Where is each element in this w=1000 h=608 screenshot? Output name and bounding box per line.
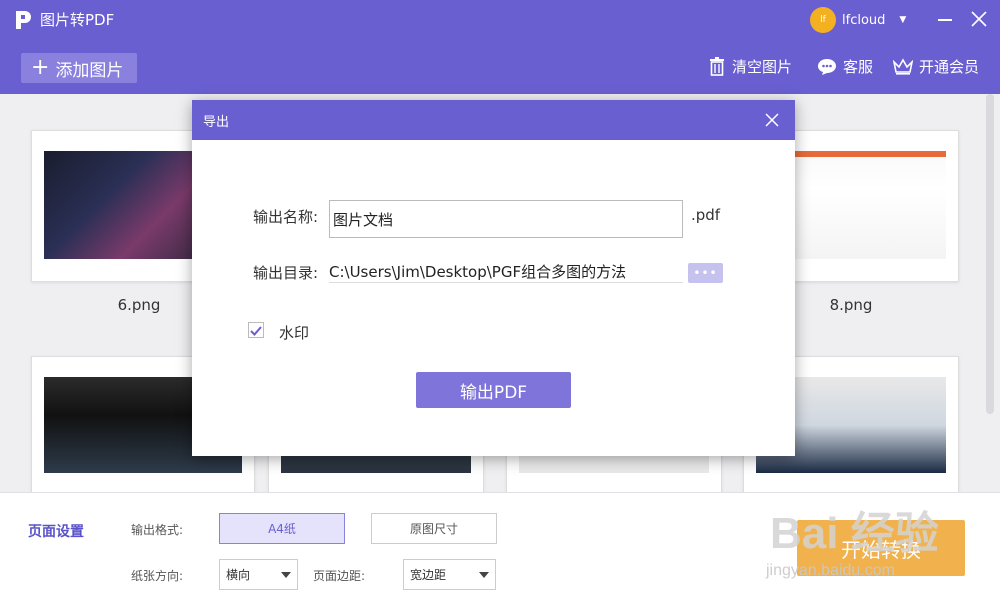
checkmark-icon <box>250 326 262 336</box>
dialog-header: 导出 <box>192 100 795 140</box>
output-dir-label: 输出目录: <box>253 264 319 282</box>
add-image-label: 添加图片 <box>55 60 124 81</box>
file-extension: .pdf <box>691 206 721 224</box>
minimize-button[interactable] <box>934 8 956 30</box>
window-close-icon[interactable] <box>968 8 990 30</box>
vip-button[interactable]: 开通会员 <box>893 56 979 77</box>
chat-bubble-icon <box>818 58 836 75</box>
dialog-title: 导出 <box>203 115 230 130</box>
margin-value: 宽边距 <box>410 568 447 582</box>
margin-label: 页面边距: <box>313 569 366 583</box>
output-name-label: 输出名称: <box>253 208 319 226</box>
close-icon[interactable] <box>763 111 781 129</box>
output-name-input[interactable] <box>329 200 683 238</box>
clear-images-label: 清空图片 <box>732 58 793 76</box>
title-bar: 图片转PDF lf lfcloud ▼ + 添加图片 清空图片 客服 开通会员 <box>0 0 1000 94</box>
export-pdf-button[interactable]: 输出PDF <box>416 372 571 408</box>
plus-icon: + <box>31 55 50 80</box>
format-a4-button[interactable]: A4纸 <box>219 513 345 544</box>
avatar[interactable]: lf <box>810 7 836 33</box>
orientation-label: 纸张方向: <box>131 569 184 583</box>
add-image-button[interactable]: + 添加图片 <box>21 53 137 83</box>
output-dir-path: C:\Users\Jim\Desktop\PGF组合多图的方法 <box>329 261 683 283</box>
app-logo-icon <box>16 11 31 29</box>
page-settings-heading: 页面设置 <box>28 524 84 540</box>
clear-images-button[interactable]: 清空图片 <box>708 56 792 77</box>
watermark-label: 水印 <box>279 324 310 342</box>
watermark-checkbox[interactable] <box>248 322 264 338</box>
customer-service-button[interactable]: 客服 <box>817 56 873 77</box>
baidu-watermark: Bai 经验 <box>770 509 939 558</box>
export-dialog: 导出 输出名称: .pdf 输出目录: C:\Users\Jim\Desktop… <box>192 100 795 456</box>
crown-icon <box>893 58 913 75</box>
scrollbar[interactable] <box>986 94 994 414</box>
chevron-down-icon[interactable]: ▼ <box>899 15 906 25</box>
orientation-value: 横向 <box>226 568 251 582</box>
app-title: 图片转PDF <box>40 11 115 29</box>
trash-icon <box>710 57 724 76</box>
margin-select[interactable]: 宽边距 <box>403 559 496 590</box>
dropdown-arrow-icon <box>281 572 291 578</box>
orientation-select[interactable]: 横向 <box>219 559 298 590</box>
customer-service-label: 客服 <box>843 58 874 76</box>
vip-label: 开通会员 <box>919 58 980 76</box>
dropdown-arrow-icon <box>479 572 489 578</box>
username[interactable]: lfcloud <box>842 13 885 28</box>
user-menu[interactable]: lf lfcloud ▼ <box>810 7 906 33</box>
output-format-label: 输出格式: <box>131 523 184 537</box>
format-original-button[interactable]: 原图尺寸 <box>371 513 497 544</box>
browse-folder-button[interactable]: ••• <box>688 263 723 283</box>
watermark-url: jingyan.baidu.com <box>766 562 895 579</box>
